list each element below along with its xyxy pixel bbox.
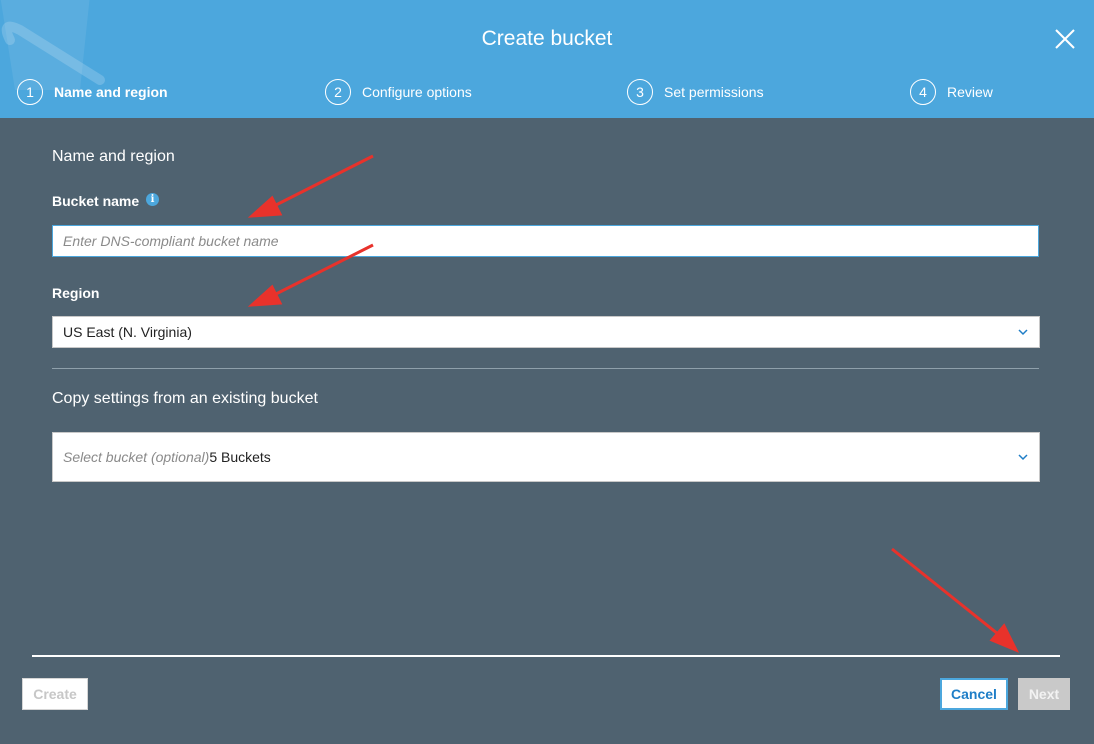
step-set-permissions[interactable]: 3 Set permissions [627,79,764,105]
step-label: Configure options [362,84,472,100]
step-number: 4 [910,79,936,105]
region-select[interactable]: US East (N. Virginia) [52,316,1040,348]
dialog-header: Create bucket 1 Name and region 2 Config… [0,0,1094,118]
bucket-count: 5 Buckets [209,449,271,465]
step-number: 1 [17,79,43,105]
next-button[interactable]: Next [1018,678,1070,710]
step-configure-options[interactable]: 2 Configure options [325,79,472,105]
annotation-arrow [247,154,374,218]
step-number: 3 [627,79,653,105]
step-review[interactable]: 4 Review [910,79,993,105]
create-button[interactable]: Create [22,678,88,710]
footer-divider [32,655,1060,657]
bucket-name-label: Bucket name [52,193,140,209]
chevron-down-icon [1018,454,1028,461]
region-label: Region [52,285,100,301]
annotation-arrow [891,547,1020,653]
divider [52,368,1039,369]
copy-settings-title: Copy settings from an existing bucket [52,390,318,407]
copy-bucket-select[interactable]: Select bucket (optional) 5 Buckets [52,432,1040,482]
step-label: Name and region [54,84,168,100]
bucket-name-input[interactable] [52,225,1039,257]
dialog-title: Create bucket [481,27,613,50]
cancel-button[interactable]: Cancel [940,678,1008,710]
region-value: US East (N. Virginia) [63,324,192,340]
step-label: Review [947,84,993,100]
step-name-and-region[interactable]: 1 Name and region [17,79,168,105]
step-label: Set permissions [664,84,764,100]
chevron-down-icon [1018,329,1028,336]
section-title: Name and region [52,148,175,165]
copy-bucket-placeholder: Select bucket (optional) [63,449,210,465]
close-icon[interactable] [1050,24,1080,54]
info-icon[interactable]: i [146,193,159,206]
step-number: 2 [325,79,351,105]
